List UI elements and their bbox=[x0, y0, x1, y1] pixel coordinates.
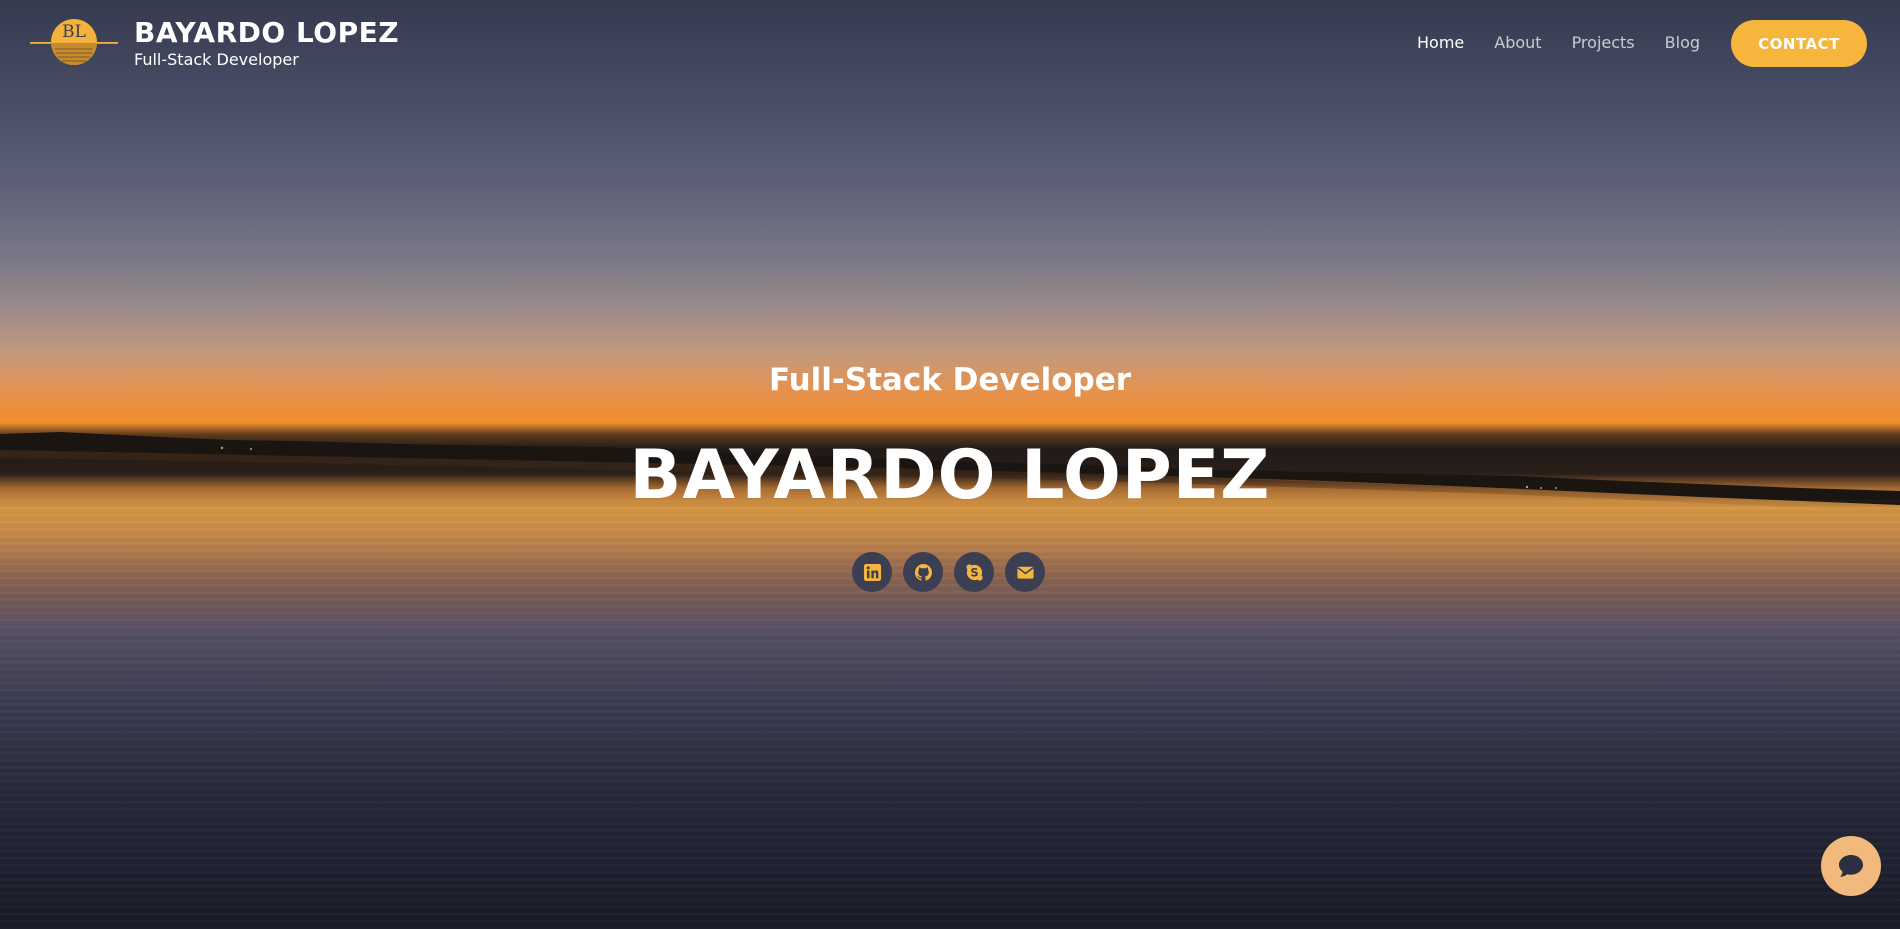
github-button[interactable] bbox=[903, 552, 943, 592]
brand-tagline: Full-Stack Developer bbox=[134, 50, 299, 69]
hero-subtitle: Full-Stack Developer bbox=[768, 362, 1132, 398]
svg-text:BL: BL bbox=[62, 22, 86, 42]
nav-home-link[interactable]: Home bbox=[1417, 33, 1464, 52]
site-header: BL BAYARDO LOPEZ Full-Stack Developer Ho… bbox=[0, 0, 1900, 88]
chat-bubble-icon bbox=[1839, 855, 1863, 877]
nav-about-link[interactable]: About bbox=[1494, 33, 1541, 52]
linkedin-icon bbox=[863, 563, 881, 581]
skype-icon: S bbox=[965, 563, 983, 581]
hero-title: BAYARDO LOPEZ bbox=[629, 436, 1271, 515]
skype-button[interactable]: S bbox=[954, 552, 994, 592]
email-button[interactable] bbox=[1005, 552, 1045, 592]
contact-button[interactable]: CONTACT bbox=[1731, 20, 1867, 67]
chat-widget-button[interactable] bbox=[1821, 836, 1881, 896]
nav-projects-link[interactable]: Projects bbox=[1572, 33, 1635, 52]
envelope-icon bbox=[1016, 566, 1034, 579]
main-nav: Home About Projects Blog bbox=[1417, 33, 1730, 52]
svg-text:S: S bbox=[970, 565, 978, 579]
social-links: S bbox=[852, 552, 1056, 592]
nav-blog-link[interactable]: Blog bbox=[1665, 33, 1700, 52]
linkedin-button[interactable] bbox=[852, 552, 892, 592]
github-icon bbox=[914, 563, 932, 581]
hero-section: BL BAYARDO LOPEZ Full-Stack Developer Ho… bbox=[0, 0, 1900, 929]
brand-name[interactable]: BAYARDO LOPEZ bbox=[134, 16, 399, 49]
logo-icon[interactable]: BL bbox=[30, 16, 118, 70]
